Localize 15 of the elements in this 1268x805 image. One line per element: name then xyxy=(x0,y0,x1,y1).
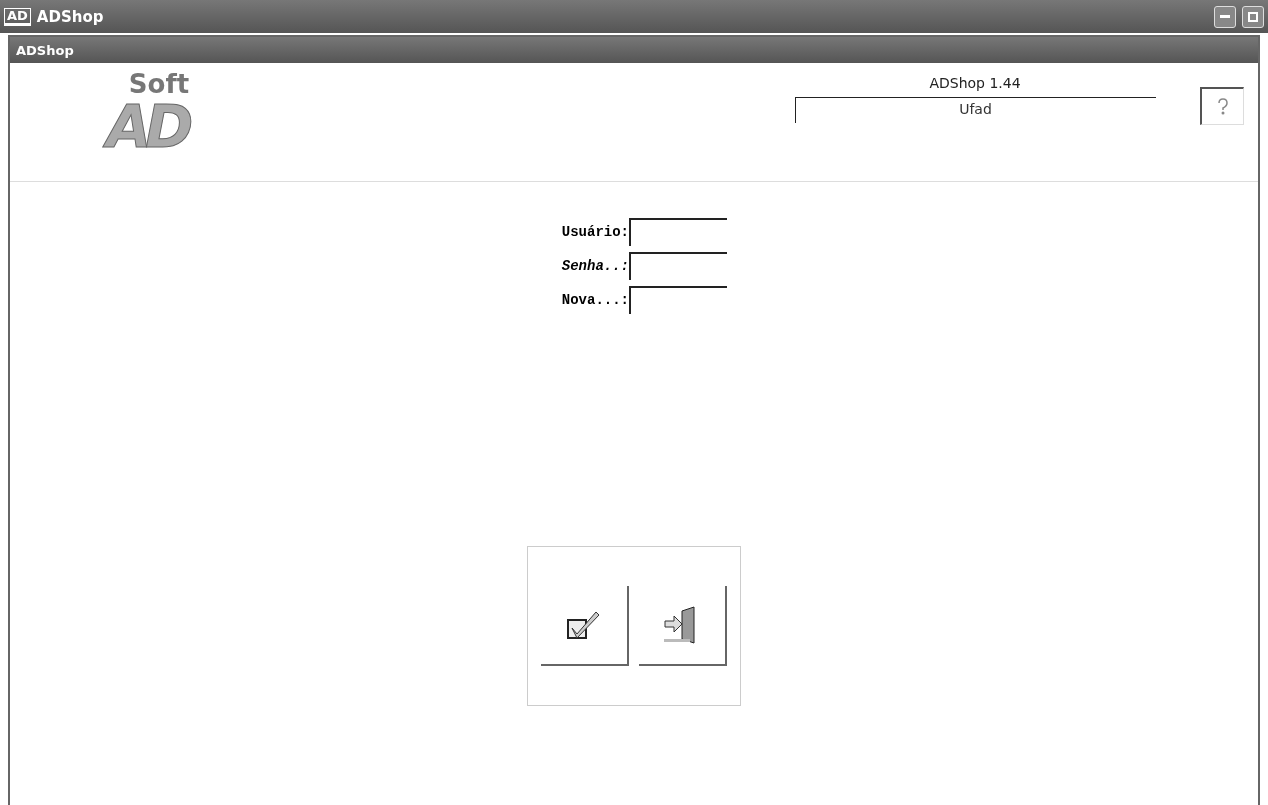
inner-window-title: ADShop xyxy=(16,42,74,58)
minimize-icon xyxy=(1220,14,1230,19)
version-label: ADShop 1.44 xyxy=(929,75,1021,93)
field-label: Senha..: xyxy=(560,258,629,274)
app-icon: AD xyxy=(4,7,31,26)
field-label: Usuário: xyxy=(560,224,629,240)
minimize-button[interactable] xyxy=(1214,5,1236,28)
window-title: ADShop xyxy=(36,7,104,26)
help-icon xyxy=(1216,97,1229,116)
field-label: Nova...: xyxy=(560,292,629,308)
logo-text: Soft xyxy=(128,71,190,97)
company-field: Ufad xyxy=(794,97,1156,123)
maximize-icon xyxy=(1248,11,1258,22)
help-button[interactable] xyxy=(1200,87,1244,125)
maximize-button[interactable] xyxy=(1242,5,1264,28)
